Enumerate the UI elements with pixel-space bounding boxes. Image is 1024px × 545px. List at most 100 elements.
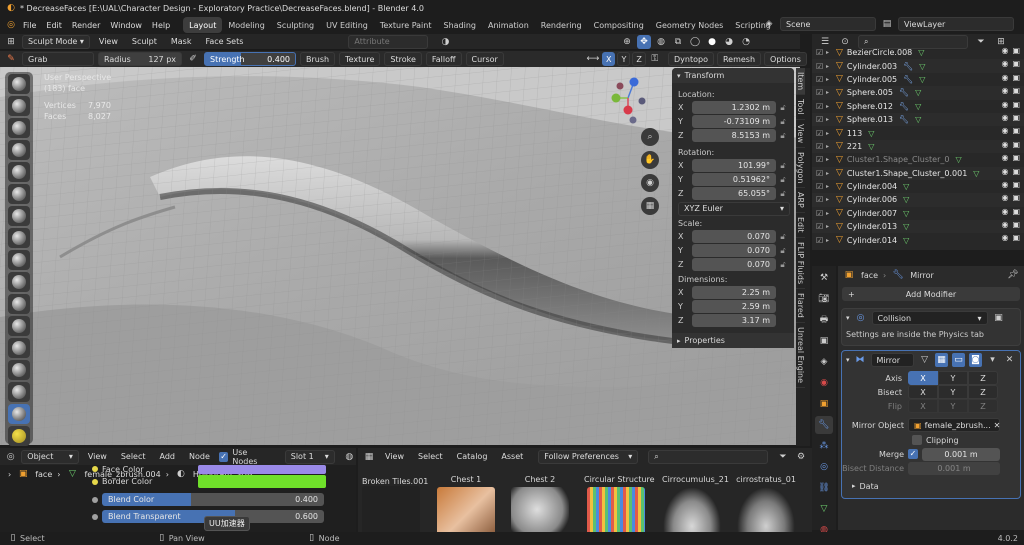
gizmo-neg-z[interactable]	[629, 116, 637, 124]
expand-arrow-icon[interactable]: ▸	[826, 103, 829, 110]
slot-dropdown[interactable]: Slot 1 ▾	[284, 449, 335, 464]
gizmo-y-axis[interactable]	[611, 93, 621, 103]
view-layer-icon[interactable]: ▤	[880, 17, 894, 31]
tool-draw[interactable]	[8, 74, 30, 94]
scene-field[interactable]: Scene	[780, 17, 876, 31]
visibility-eye-icon[interactable]: ◉	[1001, 73, 1008, 82]
properties-section-header[interactable]: ▸ Properties	[672, 333, 794, 348]
stroke-menu[interactable]: Stroke	[384, 52, 422, 66]
visibility-eye-icon[interactable]: ◉	[1001, 220, 1008, 229]
tab-edit[interactable]: Edit	[796, 213, 805, 238]
node-menu-node[interactable]: Node	[184, 452, 215, 461]
rotation-z-field[interactable]: 65.055°	[692, 187, 776, 200]
navigation-gizmo[interactable]	[606, 74, 650, 128]
shader-type-dropdown[interactable]: Object ▾	[21, 449, 79, 464]
tool-inflate[interactable]	[8, 206, 30, 226]
tab-tool[interactable]: Tool	[796, 95, 805, 120]
render-toggle-icon[interactable]: ◙	[969, 353, 982, 367]
cage-toggle-icon[interactable]: ▦	[935, 353, 949, 367]
tab-flip-fluids[interactable]: FLIP Fluids	[796, 238, 805, 289]
socket-dot[interactable]	[92, 478, 98, 485]
checkbox-icon[interactable]: ☑	[816, 169, 823, 178]
expand-arrow-icon[interactable]: ▸	[826, 143, 829, 150]
expand-arrow-icon[interactable]: ▸	[826, 237, 829, 244]
falloff-menu[interactable]: Falloff	[425, 52, 462, 66]
rendered-shading-icon[interactable]: ◔	[739, 35, 753, 49]
tab-compositing[interactable]: Compositing	[588, 17, 650, 33]
outliner-row[interactable]: ☑ ▸ ▽ Sphere.012 🔧︎ ▽ ◉ ▣	[812, 100, 1024, 113]
render-camera-icon[interactable]: ▣	[1012, 233, 1020, 242]
tab-shading[interactable]: Shading	[437, 17, 482, 33]
asset-menu-view[interactable]: View	[380, 452, 409, 461]
gizmo-x-axis[interactable]	[623, 105, 633, 115]
asset-menu-catalog[interactable]: Catalog	[452, 452, 493, 461]
use-nodes-checkbox[interactable]: ✓	[218, 451, 229, 462]
tab-geometry-nodes[interactable]: Geometry Nodes	[650, 17, 729, 33]
checkbox-icon[interactable]: ☑	[816, 142, 823, 151]
settings-gear-icon[interactable]: ⚙	[794, 450, 808, 464]
physics-props-icon[interactable]: ◎	[815, 458, 833, 476]
tab-arp[interactable]: ARP	[796, 188, 805, 214]
visibility-eye-icon[interactable]: ◉	[1001, 140, 1008, 149]
tool-layer[interactable]	[8, 184, 30, 204]
visibility-eye-icon[interactable]: ◉	[1001, 113, 1008, 122]
merge-checkbox[interactable]: ✓	[908, 449, 918, 459]
clear-icon[interactable]: ✕	[994, 421, 1001, 430]
tool-multiplane-scrape[interactable]	[8, 360, 30, 380]
blend-color-slider[interactable]: Blend Color 0.400	[102, 493, 324, 506]
menu-face-sets[interactable]: Face Sets	[200, 37, 248, 46]
bisect-y-toggle[interactable]: Y	[938, 385, 968, 399]
render-camera-icon[interactable]: ▣	[1012, 86, 1020, 95]
data-subpanel-header[interactable]: ▸ Data	[842, 478, 1020, 494]
outliner-row[interactable]: ☑ ▸ ▽ Cluster1.Shape_Cluster_0 ▽ ◉ ▣	[812, 153, 1024, 166]
dimensions-x-field[interactable]: 2.25 m	[692, 286, 776, 299]
render-camera-icon[interactable]: ▣	[1012, 180, 1020, 189]
checkbox-icon[interactable]: ☑	[816, 115, 823, 124]
asset-browser-icon[interactable]: ▦	[362, 450, 376, 464]
pan-hand-icon[interactable]: ✋	[641, 151, 659, 169]
zoom-icon[interactable]: ⌕	[641, 128, 659, 146]
outliner-row[interactable]: ☑ ▸ ▽ 221 ▽ ◉ ▣	[812, 139, 1024, 154]
camera-icon[interactable]: ◉	[641, 174, 659, 192]
outliner-row[interactable]: ☑ ▸ ▽ Sphere.005 🔧︎ ▽ ◉ ▣	[812, 86, 1024, 100]
tool-grab[interactable]	[8, 404, 30, 424]
lock-icon[interactable]: 🔓︎	[776, 131, 790, 141]
attribute-field[interactable]: Attribute	[348, 34, 429, 49]
filter-icon[interactable]: ⏷	[776, 450, 790, 464]
expand-arrow-icon[interactable]: ▸	[826, 49, 829, 56]
transform-header[interactable]: ▾ Transform	[672, 68, 794, 83]
bisect-distance-field[interactable]: 0.001 m	[908, 461, 1000, 475]
render-camera-icon[interactable]: ▣	[1012, 100, 1020, 109]
axis-x-toggle[interactable]: X	[908, 371, 938, 385]
render-props-icon[interactable]: 📷︎	[815, 290, 833, 308]
visibility-eye-icon[interactable]: ◉	[1001, 180, 1008, 189]
render-camera-icon[interactable]: ▣	[1012, 220, 1020, 229]
material-shading-icon[interactable]: ◕	[722, 35, 736, 49]
blender-menu-icon[interactable]: ◎	[4, 18, 18, 32]
xray-icon[interactable]: ⧉	[671, 35, 685, 49]
visibility-eye-icon[interactable]: ◉	[1001, 153, 1008, 162]
visibility-eye-icon[interactable]: ◉	[1001, 207, 1008, 216]
tab-view[interactable]: View	[796, 120, 805, 148]
tool-pinch[interactable]	[8, 382, 30, 402]
checkbox-icon[interactable]: ☑	[816, 195, 823, 204]
expand-arrow-icon[interactable]: ▸	[826, 130, 829, 137]
rotation-y-field[interactable]: 0.51962°	[692, 173, 776, 186]
dimensions-z-field[interactable]: 3.17 m	[692, 314, 776, 327]
tab-polygon[interactable]: Polygon	[796, 148, 805, 189]
editor-type-icon[interactable]: ⊞	[4, 35, 18, 49]
outliner-row[interactable]: ☑ ▸ ▽ Sphere.013 🔧︎ ▽ ◉ ▣	[812, 112, 1024, 127]
tab-rendering[interactable]: Rendering	[535, 17, 588, 33]
scale-y-field[interactable]: 0.070	[692, 244, 776, 257]
scene-props-icon[interactable]: ◈	[815, 353, 833, 371]
tool-clay-strips[interactable]	[8, 140, 30, 160]
socket-dot[interactable]	[92, 513, 98, 520]
menu-render[interactable]: Render	[67, 21, 105, 30]
remove-icon[interactable]: ✕	[1003, 353, 1016, 367]
constraints-props-icon[interactable]: ⛓	[815, 479, 833, 497]
shading-popover-icon[interactable]: ◑	[438, 35, 452, 49]
render-camera-icon[interactable]: ▣	[1012, 126, 1020, 135]
visibility-eye-icon[interactable]: ◉	[1001, 193, 1008, 202]
outliner-row[interactable]: ☑ ▸ ▽ 113 ▽ ◉ ▣	[812, 126, 1024, 139]
expand-arrow-icon[interactable]: ▸	[826, 170, 829, 177]
